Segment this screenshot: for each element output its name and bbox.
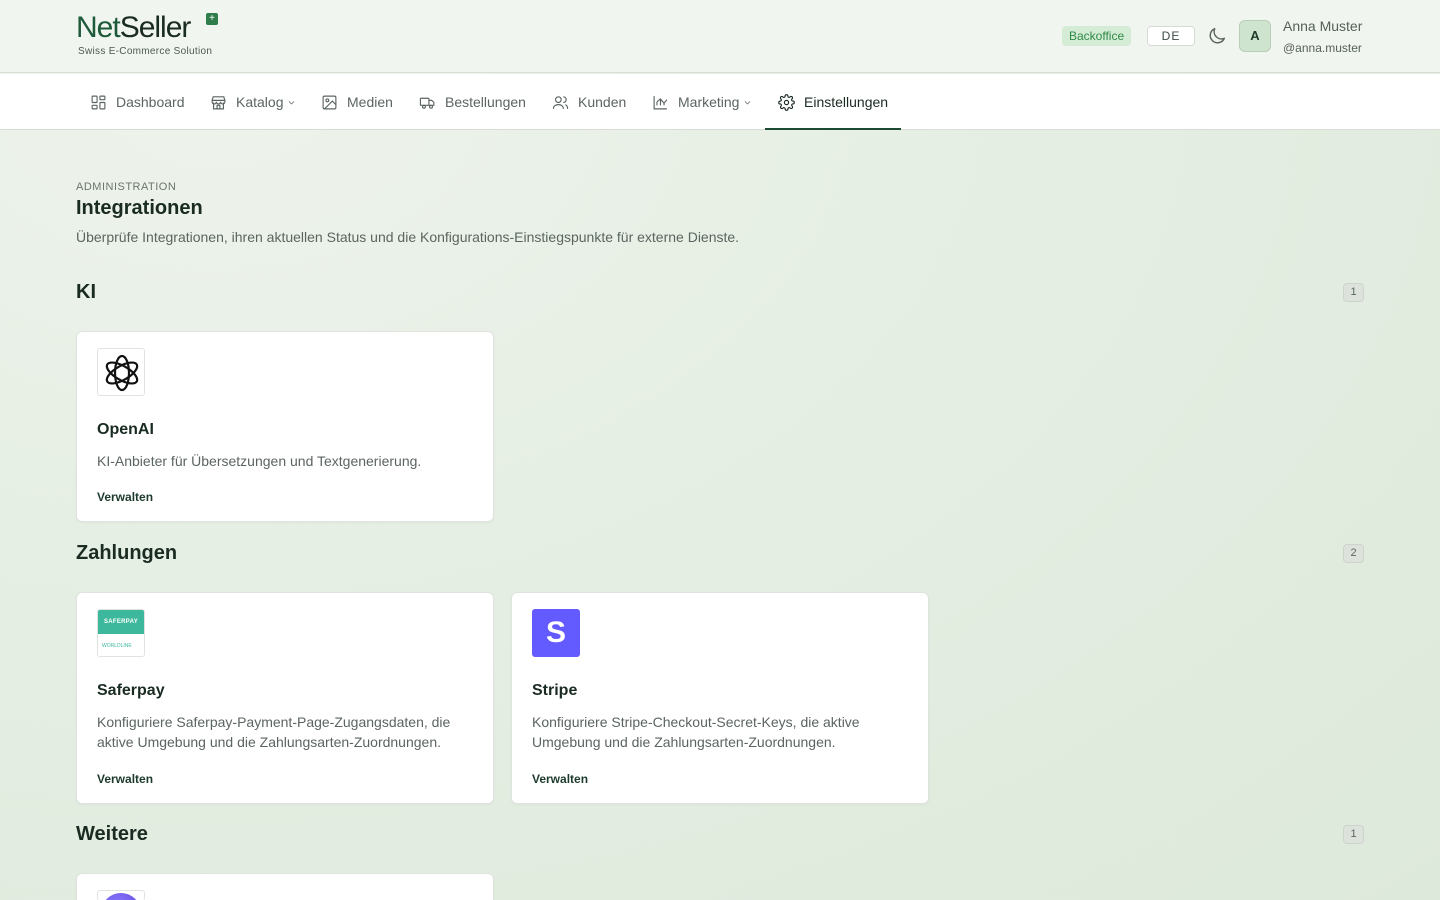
- nav-item-kunden[interactable]: Kunden: [552, 74, 626, 130]
- page-description: Überprüfe Integrationen, ihren aktuellen…: [76, 229, 740, 245]
- saferpay-logo-bottom: WORLDLINE: [98, 634, 144, 656]
- active-tab-indicator: [765, 128, 901, 130]
- card-description: Konfiguriere Stripe-Checkout-Secret-Keys…: [532, 714, 860, 750]
- manage-link[interactable]: Verwalten: [97, 772, 153, 786]
- card-title: Stripe: [532, 682, 578, 699]
- brand-logo[interactable]: Net Seller + Swiss E-Commerce Solution: [76, 12, 226, 60]
- page-title: Integrationen: [76, 197, 203, 219]
- nav-label: Bestellungen: [445, 94, 526, 110]
- stripe-logo: S: [532, 609, 580, 657]
- gear-icon: [778, 93, 795, 111]
- chevron-down-icon: [745, 100, 751, 105]
- chevron-down-icon: [289, 100, 295, 105]
- section-count-badge: 1: [1343, 283, 1364, 302]
- integration-card-saferpay: SAFERPAY WORLDLINE Saferpay Konfiguriere…: [76, 592, 494, 804]
- card-title: Saferpay: [97, 682, 165, 699]
- saferpay-logo: SAFERPAY WORLDLINE: [97, 609, 145, 657]
- user-name: Anna Muster: [1283, 18, 1363, 34]
- nav-item-medien[interactable]: Medien: [321, 74, 393, 130]
- integration-card-stripe: S Stripe Konfiguriere Stripe-Checkout-Se…: [511, 592, 929, 804]
- section-title-ki: KI: [76, 281, 96, 303]
- card-title: OpenAI: [97, 421, 154, 438]
- language-switch-button[interactable]: DE: [1147, 26, 1195, 46]
- nav-label: Marketing: [678, 94, 740, 110]
- store-icon: [211, 95, 226, 109]
- brand-plus-icon: +: [206, 13, 218, 25]
- top-header: Net Seller + Swiss E-Commerce Solution Ba…: [0, 0, 1440, 73]
- chart-icon: [653, 95, 668, 109]
- card-description: KI-Anbieter für Übersetzungen und Textge…: [97, 453, 422, 469]
- nav-label: Katalog: [236, 94, 284, 110]
- avatar[interactable]: A: [1239, 20, 1271, 52]
- nav-item-bestellungen[interactable]: Bestellungen: [419, 74, 526, 130]
- manage-link[interactable]: Verwalten: [97, 490, 153, 504]
- section-count-badge: 2: [1343, 544, 1364, 563]
- moon-icon: [1209, 27, 1226, 44]
- page-kicker: ADMINISTRATION: [76, 181, 177, 193]
- nav-label: Dashboard: [116, 94, 185, 110]
- users-icon: [552, 95, 569, 109]
- nav-label: Einstellungen: [804, 94, 889, 110]
- stripe-logo-letter: S: [545, 616, 566, 649]
- section-count-badge: 1: [1343, 825, 1364, 844]
- truck-icon: [419, 97, 435, 109]
- nav-item-marketing[interactable]: Marketing: [652, 74, 752, 130]
- integration-logo: [97, 890, 145, 900]
- saferpay-logo-top: SAFERPAY: [98, 610, 144, 634]
- openai-logo: [97, 348, 145, 396]
- brand-wordmark: Net Seller: [76, 12, 226, 44]
- backoffice-badge: Backoffice: [1062, 26, 1132, 46]
- main-navigation: Dashboard Katalog Medien Bestellungen Ku…: [0, 74, 1440, 130]
- nav-item-dashboard[interactable]: Dashboard: [90, 74, 185, 130]
- section-title-weitere: Weitere: [76, 823, 148, 845]
- dashboard-icon: [91, 95, 106, 109]
- nav-item-einstellungen[interactable]: Einstellungen: [778, 74, 888, 130]
- brand-name-part2: Seller: [119, 11, 192, 44]
- user-handle: @anna.muster: [1283, 41, 1362, 55]
- integration-card-openai: OpenAI KI-Anbieter für Übersetzungen und…: [76, 331, 494, 522]
- theme-toggle-button[interactable]: [1206, 25, 1228, 47]
- nav-item-katalog[interactable]: Katalog: [210, 74, 296, 130]
- image-icon: [322, 95, 337, 109]
- card-description: Konfiguriere Saferpay-Payment-Page-Zugan…: [97, 714, 451, 750]
- integration-card-partial: [76, 873, 494, 900]
- nav-label: Kunden: [578, 94, 627, 110]
- brand-tagline: Swiss E-Commerce Solution: [78, 46, 213, 57]
- nav-label: Medien: [347, 94, 393, 110]
- brand-name-part1: Net: [76, 11, 121, 44]
- manage-link[interactable]: Verwalten: [532, 772, 588, 786]
- section-title-zahlungen: Zahlungen: [76, 542, 178, 564]
